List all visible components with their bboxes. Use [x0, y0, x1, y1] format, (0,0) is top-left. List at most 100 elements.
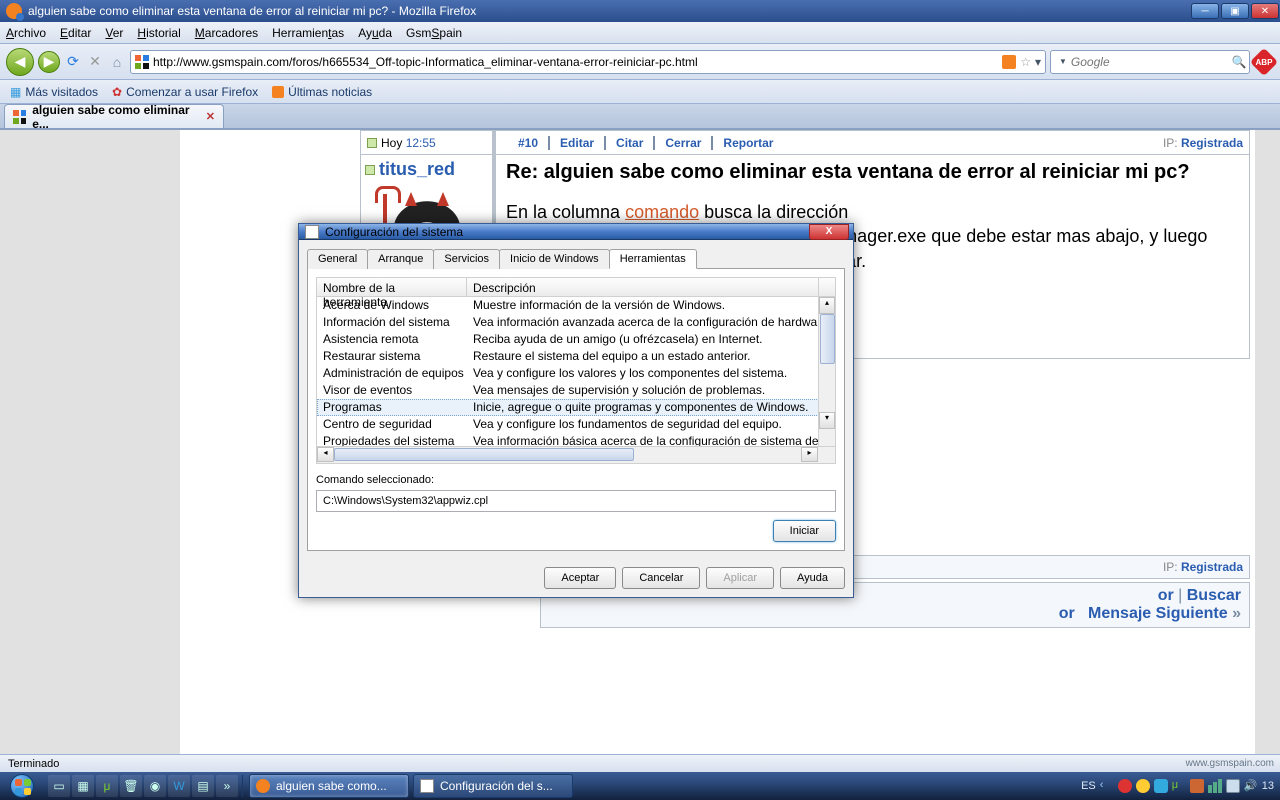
ip-value-link-2[interactable]: Registrada — [1181, 560, 1243, 574]
scroll-up-button[interactable]: ▴ — [819, 297, 835, 314]
url-input[interactable] — [153, 55, 998, 69]
tools-list-row[interactable]: Acerca de WindowsMuestre información de … — [317, 297, 835, 314]
tray-update-icon[interactable] — [1136, 779, 1150, 793]
search-engine-dropdown-icon[interactable]: ▼ — [1059, 57, 1067, 66]
ql-chrome-icon[interactable]: ◉ — [144, 775, 166, 797]
tools-list[interactable]: Acerca de WindowsMuestre información de … — [316, 297, 836, 447]
tab-inicio-windows[interactable]: Inicio de Windows — [499, 249, 610, 269]
username-link[interactable]: titus_red — [379, 159, 455, 179]
tray-expand-icon[interactable]: ‹ — [1100, 779, 1114, 793]
taskbar-app-firefox[interactable]: alguien sabe como... — [249, 774, 409, 798]
url-dropdown-icon[interactable]: ▾ — [1035, 55, 1041, 69]
menu-historial[interactable]: Historial — [137, 26, 180, 40]
anterior-fragment-2[interactable]: or — [1059, 605, 1075, 622]
cancelar-button[interactable]: Cancelar — [622, 567, 700, 589]
tab-general[interactable]: General — [307, 249, 368, 269]
hscroll-thumb[interactable] — [334, 448, 634, 461]
search-input[interactable] — [1071, 55, 1228, 69]
menu-archivo[interactable]: Archivo — [6, 26, 46, 40]
tab-arranque[interactable]: Arranque — [367, 249, 434, 269]
menu-gsmspain[interactable]: GsmSpain — [406, 26, 462, 40]
back-button[interactable]: ◀ — [6, 48, 34, 76]
tools-list-row[interactable]: Administración de equiposVea y configure… — [317, 365, 835, 382]
forward-button[interactable]: ▶ — [38, 51, 60, 73]
tray-app-icon[interactable] — [1190, 779, 1204, 793]
menu-marcadores[interactable]: Marcadores — [195, 26, 258, 40]
bookmark-latest-news[interactable]: Últimas noticias — [272, 85, 372, 99]
tools-list-row[interactable]: Centro de seguridadVea y configure los f… — [317, 416, 835, 433]
scroll-left-button[interactable]: ◂ — [317, 447, 334, 462]
rss-icon[interactable] — [1002, 55, 1016, 69]
anterior-fragment[interactable]: or — [1158, 587, 1174, 604]
tray-battery-icon[interactable] — [1226, 779, 1240, 793]
ql-utorrent-icon[interactable]: μ — [96, 775, 118, 797]
tab-herramientas[interactable]: Herramientas — [609, 249, 697, 269]
close-thread-link[interactable]: Cerrar — [653, 136, 711, 150]
home-button[interactable]: ⌂ — [108, 53, 126, 71]
ql-trash-icon[interactable]: 🗑 — [120, 775, 142, 797]
maximize-button[interactable]: ▣ — [1221, 3, 1249, 19]
minimize-button[interactable]: ─ — [1191, 3, 1219, 19]
lang-indicator[interactable]: ES — [1081, 780, 1096, 792]
ayuda-button[interactable]: Ayuda — [780, 567, 845, 589]
search-icon[interactable]: 🔍 — [1232, 55, 1247, 69]
tray-onedrive-icon[interactable] — [1154, 779, 1168, 793]
ip-value-link[interactable]: Registrada — [1181, 136, 1243, 150]
ql-app-icon[interactable]: ▤ — [192, 775, 214, 797]
bookmark-getting-started[interactable]: ✿Comenzar a usar Firefox — [112, 85, 258, 99]
vertical-scrollbar[interactable]: ▴ ▾ — [818, 297, 835, 446]
tools-list-row[interactable]: Visor de eventosVea mensajes de supervis… — [317, 382, 835, 399]
tools-list-row[interactable]: Propiedades del sistemaVea información b… — [317, 433, 835, 447]
tray-clock[interactable]: 13 — [1262, 780, 1274, 792]
scroll-thumb[interactable] — [820, 314, 835, 364]
menu-ver[interactable]: Ver — [105, 26, 123, 40]
ql-word-icon[interactable]: W — [168, 775, 190, 797]
stop-button[interactable]: ✕ — [86, 53, 104, 71]
bookmark-most-visited[interactable]: ▦Más visitados — [10, 85, 98, 99]
aplicar-button[interactable]: Aplicar — [706, 567, 774, 589]
col-name-header[interactable]: Nombre de la herramienta — [317, 278, 467, 296]
aceptar-button[interactable]: Aceptar — [544, 567, 616, 589]
tray-network-icon[interactable] — [1208, 779, 1222, 793]
command-input[interactable] — [316, 490, 836, 512]
scroll-right-button[interactable]: ▸ — [801, 447, 818, 462]
ql-switch-windows-icon[interactable]: ▦ — [72, 775, 94, 797]
menu-ayuda[interactable]: Ayuda — [358, 26, 392, 40]
comando-link[interactable]: comando — [625, 202, 699, 222]
post-number-link[interactable]: #10 — [508, 136, 548, 150]
tools-list-row[interactable]: Restaurar sistemaRestaure el sistema del… — [317, 348, 835, 365]
iniciar-button[interactable]: Iniciar — [773, 520, 836, 542]
tools-list-row[interactable]: Información del sistemaVea información a… — [317, 314, 835, 331]
bookmark-star-icon[interactable]: ☆ — [1020, 55, 1031, 69]
close-button[interactable]: ✕ — [1251, 3, 1279, 19]
search-bar[interactable]: ▼ 🔍 — [1050, 50, 1250, 74]
tab-close-icon[interactable]: ✕ — [206, 110, 215, 123]
col-desc-header[interactable]: Descripción — [467, 278, 818, 296]
report-link[interactable]: Reportar — [711, 136, 783, 150]
tools-list-row[interactable]: ProgramasInicie, agregue o quite program… — [317, 399, 835, 416]
ql-expand-icon[interactable]: » — [216, 775, 238, 797]
url-bar[interactable]: ☆ ▾ — [130, 50, 1046, 74]
dialog-titlebar[interactable]: Configuración del sistema X — [299, 224, 853, 240]
adblock-icon[interactable]: ABP — [1250, 47, 1278, 75]
edit-link[interactable]: Editar — [548, 136, 604, 150]
chevron-right-icon[interactable]: » — [1232, 605, 1241, 622]
browser-tab[interactable]: alguien sabe como eliminar e... ✕ — [4, 104, 224, 128]
reload-button[interactable]: ⟳ — [64, 53, 82, 71]
tray-utorrent-icon[interactable]: μ — [1172, 779, 1186, 793]
buscar-link[interactable]: Buscar — [1187, 587, 1241, 604]
taskbar-app-msconfig[interactable]: Configuración del s... — [413, 774, 573, 798]
ql-show-desktop-icon[interactable]: ▭ — [48, 775, 70, 797]
menu-editar[interactable]: Editar — [60, 26, 91, 40]
horizontal-scrollbar[interactable]: ◂ ▸ — [316, 447, 836, 464]
menu-herramientas[interactable]: Herramientas — [272, 26, 344, 40]
tray-security-icon[interactable] — [1118, 779, 1132, 793]
scroll-down-button[interactable]: ▾ — [819, 412, 835, 429]
quote-link[interactable]: Citar — [604, 136, 653, 150]
next-message-link[interactable]: Mensaje Siguiente — [1088, 605, 1228, 622]
start-button[interactable] — [0, 772, 44, 800]
tray-volume-icon[interactable]: 🔊 — [1244, 779, 1258, 793]
tab-servicios[interactable]: Servicios — [433, 249, 500, 269]
tools-list-row[interactable]: Asistencia remotaReciba ayuda de un amig… — [317, 331, 835, 348]
dialog-close-button[interactable]: X — [809, 224, 849, 240]
